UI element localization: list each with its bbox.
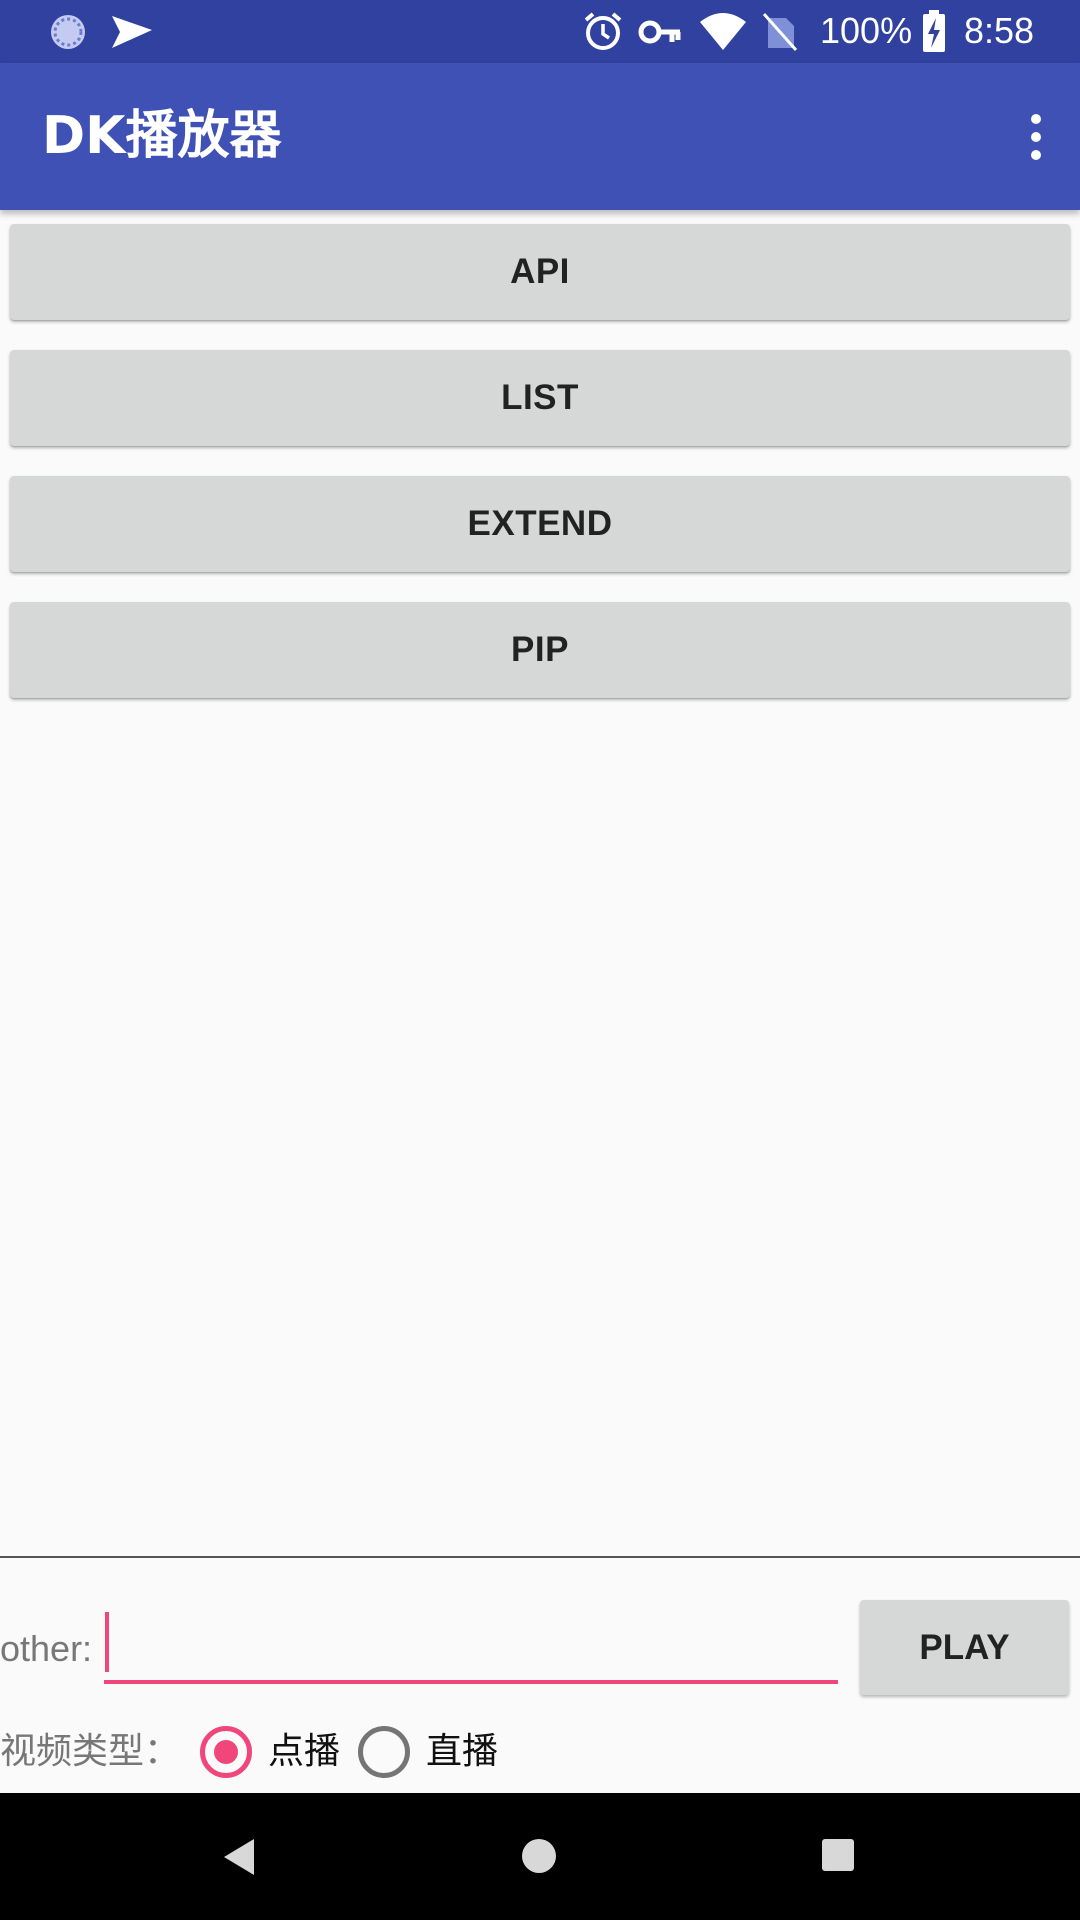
video-type-label: 视频类型： <box>0 1731 181 1772</box>
status-bar: 100% 8:58 <box>0 0 1080 63</box>
radio-vod[interactable] <box>200 1726 252 1778</box>
send-icon <box>110 12 154 56</box>
app-title: DK播放器 <box>42 106 282 166</box>
home-icon[interactable] <box>522 1839 556 1873</box>
text-caret <box>105 1612 109 1672</box>
clock: 8:58 <box>964 10 1035 51</box>
alarm-icon <box>582 10 624 56</box>
wifi-icon <box>698 12 748 56</box>
vpn-key-icon <box>638 14 682 54</box>
sync-icon <box>48 12 88 56</box>
divider <box>0 1556 1080 1558</box>
extend-button[interactable]: EXTEND <box>10 476 1070 572</box>
more-vert-icon[interactable] <box>1008 101 1064 173</box>
recents-icon[interactable] <box>822 1839 854 1871</box>
navigation-bar <box>0 1793 1080 1920</box>
api-button[interactable]: API <box>10 224 1070 320</box>
play-button[interactable]: PLAY <box>860 1600 1069 1695</box>
app-bar: DK播放器 <box>0 63 1080 210</box>
radio-live[interactable] <box>358 1726 410 1778</box>
radio-vod-label[interactable]: 点播 <box>268 1727 340 1777</box>
back-icon[interactable] <box>224 1839 254 1875</box>
pip-button[interactable]: PIP <box>10 602 1070 698</box>
battery-percent: 100% <box>820 10 913 51</box>
battery-charging-icon <box>922 10 946 56</box>
radio-live-label[interactable]: 直播 <box>426 1727 498 1777</box>
list-button[interactable]: LIST <box>10 350 1070 446</box>
other-url-input[interactable] <box>104 1610 838 1684</box>
no-sim-icon <box>762 12 798 56</box>
other-label: other: <box>0 1628 93 1669</box>
